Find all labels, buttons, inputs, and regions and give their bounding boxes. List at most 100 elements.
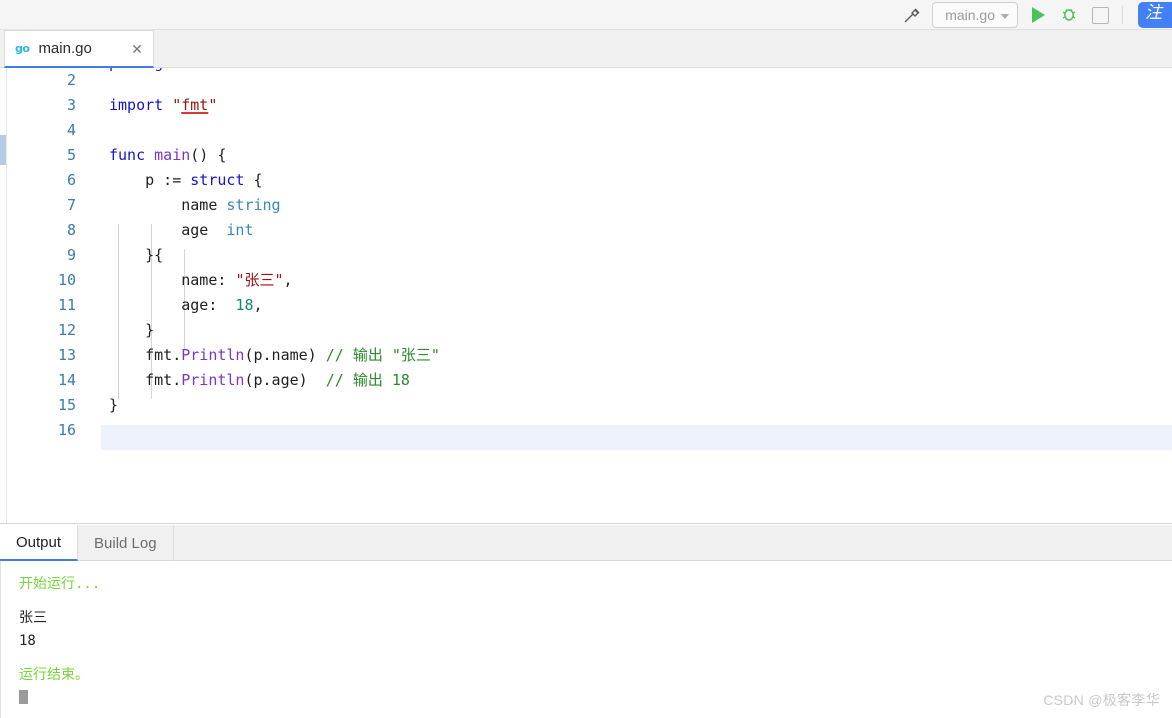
code-token: int bbox=[226, 221, 254, 239]
ide-window: main.go 注 go main.go ✕ 2 3 import "fmt" … bbox=[0, 0, 1172, 718]
line-number: 15 bbox=[57, 396, 76, 414]
console-line: 张三 bbox=[19, 610, 47, 626]
line-content: func main() { bbox=[109, 143, 226, 168]
line-content: name string bbox=[109, 193, 281, 218]
run-configuration-selector[interactable]: main.go bbox=[932, 2, 1018, 28]
code-line[interactable]: 10 name: "张三", bbox=[8, 268, 1172, 293]
line-number: 11 bbox=[57, 296, 76, 314]
line-number: 16 bbox=[57, 421, 76, 439]
code-token: age: bbox=[109, 296, 236, 314]
code-token: } bbox=[109, 321, 155, 339]
primary-action-button[interactable]: 注 bbox=[1138, 2, 1172, 28]
code-token: , bbox=[283, 271, 293, 289]
toolbar-divider bbox=[1122, 6, 1123, 24]
code-token: string bbox=[226, 196, 281, 214]
line-content: fmt.Println(p.age) // 输出 18 bbox=[109, 368, 410, 393]
tab-main-go[interactable]: go main.go ✕ bbox=[4, 30, 154, 68]
console-cursor bbox=[19, 687, 1172, 710]
chevron-down-icon bbox=[1001, 13, 1009, 19]
code-token: (p.name) bbox=[244, 346, 326, 364]
console-output[interactable]: 开始运行... 张三 18 运行结束。 bbox=[0, 561, 1172, 718]
tab-label: main.go bbox=[38, 40, 92, 57]
line-number: 14 bbox=[57, 371, 76, 389]
console-line: 开始运行... bbox=[19, 576, 101, 592]
editor-left-strip bbox=[0, 68, 7, 523]
line-number: 8 bbox=[66, 221, 76, 239]
line-number: 7 bbox=[66, 196, 76, 214]
editor-tab-bar: go main.go ✕ bbox=[0, 30, 1172, 68]
line-content: }{ bbox=[109, 243, 163, 268]
watermark: CSDN @极客李华 bbox=[1043, 692, 1160, 708]
run-button[interactable] bbox=[1027, 4, 1049, 26]
code-line[interactable]: 14 fmt.Println(p.age) // 输出 18 bbox=[8, 368, 1172, 393]
code-token: name bbox=[109, 196, 227, 214]
toolbar-actions: main.go 注 bbox=[901, 0, 1172, 30]
line-number: 9 bbox=[66, 246, 76, 264]
line-content: import "fmt" bbox=[109, 93, 217, 118]
code-token: "张三" bbox=[235, 271, 284, 289]
code-line[interactable]: 13 fmt.Println(p.name) // 输出 "张三" bbox=[8, 343, 1172, 368]
line-number: 3 bbox=[66, 96, 76, 114]
code-token: fmt. bbox=[109, 346, 182, 364]
code-token: fmt bbox=[181, 96, 209, 114]
code-line[interactable]: 4 bbox=[8, 118, 1172, 143]
panel-tab-bar: Output Build Log bbox=[0, 525, 1172, 561]
editor-scroll-marker[interactable] bbox=[0, 135, 6, 165]
line-content: age int bbox=[109, 218, 254, 243]
line-number: 10 bbox=[57, 271, 76, 289]
code-line[interactable]: 2 bbox=[8, 68, 1172, 93]
line-number: 4 bbox=[66, 121, 76, 139]
top-toolbar: main.go 注 bbox=[0, 0, 1172, 30]
code-token: age bbox=[109, 221, 227, 239]
code-line[interactable]: 8 age int bbox=[8, 218, 1172, 243]
console-line: 18 bbox=[19, 633, 36, 649]
code-line[interactable]: 9 }{ bbox=[8, 243, 1172, 268]
line-content: fmt.Println(p.name) // 输出 "张三" bbox=[109, 343, 440, 368]
code-rows: 2 3 import "fmt" 4 5 func main() {6 p := stru… bbox=[8, 68, 1172, 443]
code-line[interactable]: 7 name string bbox=[8, 193, 1172, 218]
line-number: 5 bbox=[66, 146, 76, 164]
stop-square-icon bbox=[1091, 6, 1109, 24]
stop-button[interactable] bbox=[1089, 4, 1111, 26]
code-token: struct bbox=[190, 171, 245, 189]
debug-button[interactable] bbox=[1058, 4, 1080, 26]
code-token: (p.age) bbox=[244, 371, 326, 389]
code-token: // 输出 "张三" bbox=[325, 346, 440, 364]
code-token: 18 bbox=[235, 296, 254, 314]
code-editor[interactable]: package main 23import "fmt"45func main()… bbox=[0, 68, 1172, 524]
output-panel: Output Build Log 开始运行... 张三 18 运行结束。 bbox=[0, 525, 1172, 718]
code-line[interactable]: 15} bbox=[8, 393, 1172, 418]
code-lines-container: package main 23import "fmt"45func main()… bbox=[8, 68, 1172, 523]
code-token: , bbox=[253, 296, 263, 314]
line-number: 12 bbox=[57, 321, 76, 339]
code-token: p := bbox=[109, 171, 191, 189]
code-token: " bbox=[208, 96, 218, 114]
line-number: 13 bbox=[57, 346, 76, 364]
code-line[interactable]: 12 } bbox=[8, 318, 1172, 343]
code-token: } bbox=[109, 396, 119, 414]
code-line[interactable]: 16 bbox=[8, 418, 1172, 443]
line-number: 6 bbox=[66, 171, 76, 189]
code-line[interactable]: 11 age: 18, bbox=[8, 293, 1172, 318]
hammer-icon[interactable] bbox=[901, 4, 923, 26]
panel-tab-output[interactable]: Output bbox=[0, 525, 79, 561]
panel-tab-build-log[interactable]: Build Log bbox=[78, 525, 174, 561]
close-icon[interactable]: ✕ bbox=[131, 42, 143, 56]
line-content: } bbox=[109, 318, 154, 343]
go-file-icon: go bbox=[15, 42, 30, 55]
primary-action-glyph: 注 bbox=[1145, 3, 1162, 22]
code-line[interactable]: 3 import "fmt" bbox=[8, 93, 1172, 118]
line-content: p := struct { bbox=[109, 168, 262, 193]
code-token: Println bbox=[181, 346, 245, 364]
code-token: name: bbox=[109, 271, 236, 289]
code-token: }{ bbox=[109, 246, 164, 264]
line-number: 2 bbox=[66, 71, 76, 89]
code-token: Println bbox=[181, 371, 245, 389]
code-line[interactable]: 5 func main() { bbox=[8, 143, 1172, 168]
debug-bug-icon bbox=[1062, 8, 1076, 21]
code-token: // 输出 18 bbox=[325, 371, 410, 389]
code-line[interactable]: 6 p := struct { bbox=[8, 168, 1172, 193]
